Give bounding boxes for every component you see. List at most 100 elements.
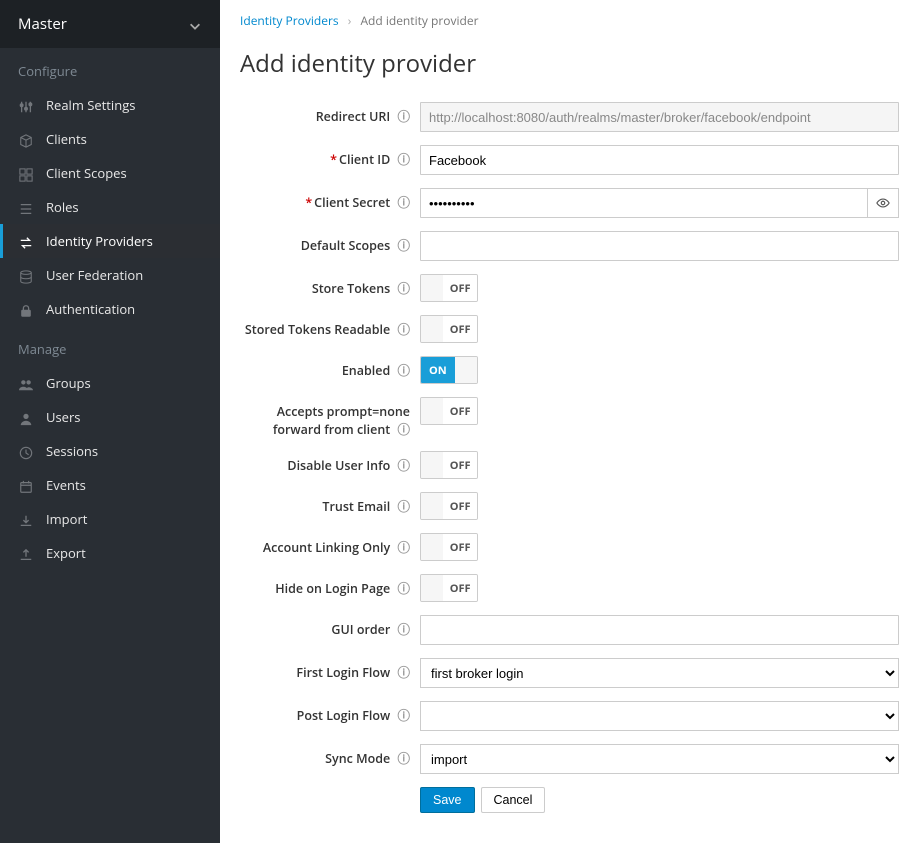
store-tokens-toggle[interactable]: OFF bbox=[420, 274, 478, 302]
sidebar-item-realm-settings[interactable]: Realm Settings bbox=[0, 88, 220, 122]
help-icon[interactable]: ⓘ bbox=[397, 194, 410, 211]
post-login-flow-label: Post Login Flow bbox=[297, 707, 391, 724]
toggle-off-label: OFF bbox=[443, 398, 477, 424]
help-icon[interactable]: ⓘ bbox=[397, 108, 410, 125]
gui-order-input[interactable] bbox=[420, 615, 899, 645]
sidebar-item-authentication[interactable]: Authentication bbox=[0, 292, 220, 326]
sliders-icon bbox=[18, 96, 34, 114]
sidebar-item-clients[interactable]: Clients bbox=[0, 122, 220, 156]
page-title: Add identity provider bbox=[240, 47, 899, 80]
help-icon[interactable]: ⓘ bbox=[397, 151, 410, 168]
help-icon[interactable]: ⓘ bbox=[397, 421, 410, 438]
users-icon bbox=[18, 374, 34, 392]
realm-name: Master bbox=[18, 14, 67, 34]
help-icon[interactable]: ⓘ bbox=[397, 750, 410, 767]
sidebar-item-label: Roles bbox=[46, 198, 79, 216]
sidebar-item-client-scopes[interactable]: Client Scopes bbox=[0, 156, 220, 190]
sidebar-item-sessions[interactable]: Sessions bbox=[0, 434, 220, 468]
chevron-down-icon bbox=[188, 15, 202, 33]
sidebar-item-users[interactable]: Users bbox=[0, 400, 220, 434]
sidebar: Master Configure Realm Settings Clients Cli… bbox=[0, 0, 220, 843]
identity-provider-form: Redirect URI ⓘ *Client ID ⓘ *Client Secr… bbox=[240, 102, 899, 813]
sidebar-item-label: Users bbox=[46, 408, 80, 426]
disable-user-info-label: Disable User Info bbox=[287, 457, 390, 474]
trust-email-toggle[interactable]: OFF bbox=[420, 492, 478, 520]
reveal-secret-button[interactable] bbox=[868, 188, 899, 218]
gui-order-label: GUI order bbox=[331, 621, 390, 638]
sidebar-item-label: Sessions bbox=[46, 442, 98, 460]
sidebar-item-groups[interactable]: Groups bbox=[0, 366, 220, 400]
help-icon[interactable]: ⓘ bbox=[397, 621, 410, 638]
help-icon[interactable]: ⓘ bbox=[397, 280, 410, 297]
help-icon[interactable]: ⓘ bbox=[397, 664, 410, 681]
main-content: Identity Providers › Add identity provid… bbox=[220, 0, 919, 843]
sidebar-item-events[interactable]: Events bbox=[0, 468, 220, 502]
hide-on-login-page-toggle[interactable]: OFF bbox=[420, 574, 478, 602]
breadcrumb-separator: › bbox=[348, 12, 352, 29]
enabled-label: Enabled bbox=[342, 362, 390, 379]
stored-tokens-readable-toggle[interactable]: OFF bbox=[420, 315, 478, 343]
post-login-flow-select[interactable] bbox=[420, 701, 899, 731]
sidebar-item-label: Client Scopes bbox=[46, 164, 127, 182]
accepts-prompt-none-label: Accepts prompt=none forward from client bbox=[273, 403, 410, 438]
stored-tokens-readable-label: Stored Tokens Readable bbox=[245, 321, 390, 338]
client-secret-label: Client Secret bbox=[314, 194, 390, 211]
redirect-uri-label: Redirect URI bbox=[316, 108, 391, 125]
export-icon bbox=[18, 544, 34, 562]
sidebar-item-import[interactable]: Import bbox=[0, 502, 220, 536]
toggle-on-label: ON bbox=[421, 357, 455, 383]
save-button[interactable]: Save bbox=[420, 787, 475, 813]
cancel-button[interactable]: Cancel bbox=[481, 787, 546, 813]
sidebar-item-identity-providers[interactable]: Identity Providers bbox=[0, 224, 220, 258]
realm-selector[interactable]: Master bbox=[0, 0, 220, 48]
sidebar-item-label: Groups bbox=[46, 374, 91, 392]
sidebar-item-label: Export bbox=[46, 544, 86, 562]
help-icon[interactable]: ⓘ bbox=[397, 580, 410, 597]
sidebar-item-roles[interactable]: Roles bbox=[0, 190, 220, 224]
help-icon[interactable]: ⓘ bbox=[397, 457, 410, 474]
first-login-flow-select[interactable]: first broker login bbox=[420, 658, 899, 688]
help-icon[interactable]: ⓘ bbox=[397, 707, 410, 724]
lock-icon bbox=[18, 300, 34, 318]
sidebar-item-label: Import bbox=[46, 510, 87, 528]
redirect-uri-input[interactable] bbox=[420, 102, 899, 132]
help-icon[interactable]: ⓘ bbox=[397, 321, 410, 338]
first-login-flow-label: First Login Flow bbox=[296, 664, 390, 681]
help-icon[interactable]: ⓘ bbox=[397, 362, 410, 379]
hide-on-login-page-label: Hide on Login Page bbox=[275, 580, 390, 597]
user-icon bbox=[18, 408, 34, 426]
help-icon[interactable]: ⓘ bbox=[397, 539, 410, 556]
sidebar-section-label: Configure bbox=[0, 48, 220, 88]
list-icon bbox=[18, 198, 34, 216]
sidebar-item-user-federation[interactable]: User Federation bbox=[0, 258, 220, 292]
toggle-off-label: OFF bbox=[443, 316, 477, 342]
enabled-toggle[interactable]: ON bbox=[420, 356, 478, 384]
client-secret-input[interactable] bbox=[420, 188, 868, 218]
sidebar-item-export[interactable]: Export bbox=[0, 536, 220, 570]
help-icon[interactable]: ⓘ bbox=[397, 237, 410, 254]
breadcrumb-current: Add identity provider bbox=[360, 12, 478, 29]
breadcrumb: Identity Providers › Add identity provid… bbox=[240, 12, 899, 29]
client-id-input[interactable] bbox=[420, 145, 899, 175]
accepts-prompt-none-toggle[interactable]: OFF bbox=[420, 397, 478, 425]
toggle-off-label: OFF bbox=[443, 452, 477, 478]
toggle-off-label: OFF bbox=[443, 493, 477, 519]
default-scopes-input[interactable] bbox=[420, 231, 899, 261]
toggle-off-label: OFF bbox=[443, 534, 477, 560]
toggle-off-label: OFF bbox=[443, 275, 477, 301]
account-linking-only-label: Account Linking Only bbox=[263, 539, 390, 556]
sync-mode-select[interactable]: import bbox=[420, 744, 899, 774]
cube-icon bbox=[18, 130, 34, 148]
sidebar-item-label: Identity Providers bbox=[46, 232, 153, 250]
store-tokens-label: Store Tokens bbox=[312, 280, 390, 297]
account-linking-only-toggle[interactable]: OFF bbox=[420, 533, 478, 561]
sidebar-section-label: Manage bbox=[0, 326, 220, 366]
default-scopes-label: Default Scopes bbox=[301, 237, 391, 254]
breadcrumb-parent-link[interactable]: Identity Providers bbox=[240, 12, 339, 29]
database-icon bbox=[18, 266, 34, 284]
help-icon[interactable]: ⓘ bbox=[397, 498, 410, 515]
sidebar-item-label: Clients bbox=[46, 130, 87, 148]
disable-user-info-toggle[interactable]: OFF bbox=[420, 451, 478, 479]
sidebar-item-label: Realm Settings bbox=[46, 96, 135, 114]
trust-email-label: Trust Email bbox=[322, 498, 390, 515]
